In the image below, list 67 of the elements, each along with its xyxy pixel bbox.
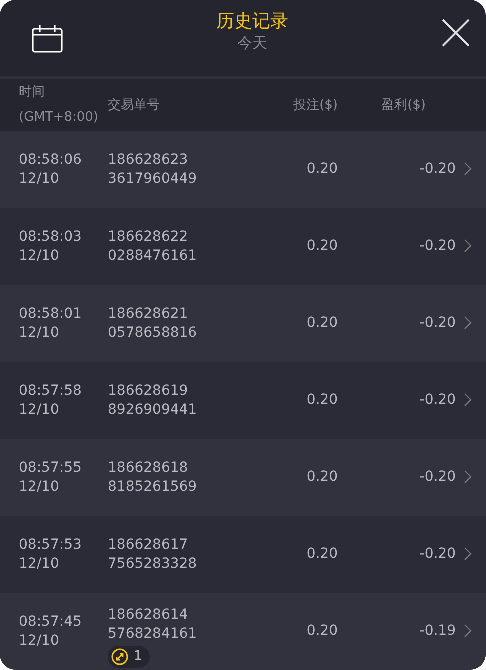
order-number: 5768284161 xyxy=(108,625,198,644)
column-header: 时间 xyxy=(19,84,46,102)
order-number: 186628617 xyxy=(108,536,190,554)
time-text: 08:58:01 xyxy=(19,304,83,324)
order-number: 0578658816 xyxy=(108,324,198,342)
profit-amount: -0.20 xyxy=(418,237,456,256)
order-number: 186628623 xyxy=(108,150,190,170)
order-number: 186628618 xyxy=(108,458,190,478)
date-text: 12/10 xyxy=(19,400,60,420)
profit-amount: -0.20 xyxy=(418,160,456,179)
bet-amount: 0.20 xyxy=(306,160,338,179)
time-text: 08:58:06 xyxy=(19,150,83,170)
chevron-icon[interactable] xyxy=(464,162,472,176)
date-text: 12/10 xyxy=(19,246,60,266)
time-text: 08:57:45 xyxy=(19,612,83,632)
date-text: 12/10 xyxy=(19,324,60,342)
chevron-icon[interactable] xyxy=(464,316,472,330)
time-text: 08:57:53 xyxy=(19,536,83,554)
date-text: 12/10 xyxy=(19,632,60,650)
order-number: 3617960449 xyxy=(108,170,198,188)
column-header: 盈利($) xyxy=(380,96,426,115)
bet-amount: 0.20 xyxy=(306,545,338,564)
header-title: 历史记录 xyxy=(216,11,288,34)
chevron-icon[interactable] xyxy=(464,624,472,638)
bet-amount: 0.20 xyxy=(306,391,338,410)
order-number: 7565283328 xyxy=(108,554,198,574)
order-number: 186628621 xyxy=(108,304,190,324)
time-text: 08:57:55 xyxy=(19,458,83,478)
chevron-icon[interactable] xyxy=(464,547,472,562)
bet-amount: 0.20 xyxy=(306,314,338,333)
bet-amount: 0.20 xyxy=(306,468,338,487)
time-text: 08:57:58 xyxy=(19,382,83,400)
chevron-icon[interactable] xyxy=(464,393,472,408)
count-badge: 1 xyxy=(108,646,150,668)
history-row[interactable]: 08:57:53 12/10 186628617 7565283328 0.20 -0.20 xyxy=(0,516,486,593)
bet-amount: 0.20 xyxy=(306,622,338,641)
date-text: 12/10 xyxy=(19,478,60,496)
profit-amount: -0.20 xyxy=(418,468,456,487)
history-row[interactable]: 08:58:03 12/10 186628622 0288476161 0.20 -0.20 xyxy=(0,208,486,285)
header-subtitle[interactable]: 今天 xyxy=(216,33,288,54)
order-number: 186628614 xyxy=(108,606,190,626)
chevron-icon[interactable] xyxy=(464,239,472,254)
history-row[interactable]: 08:57:45 12/10 186628614 5768284161 1 0.20 -0.19 xyxy=(0,593,486,670)
calendar-icon[interactable] xyxy=(32,24,63,53)
profit-amount: -0.20 xyxy=(418,391,456,410)
expand-icon xyxy=(111,648,129,666)
chevron-icon[interactable] xyxy=(464,470,472,484)
close-icon[interactable] xyxy=(442,19,470,48)
column-header: (GMT+8:00) xyxy=(19,109,100,128)
order-number: 8926909441 xyxy=(108,400,198,420)
order-number: 186628622 xyxy=(108,228,190,246)
date-text: 12/10 xyxy=(19,170,60,188)
column-header: 交易单号 xyxy=(108,96,161,115)
profit-amount: -0.20 xyxy=(418,314,456,333)
column-header: 投注($) xyxy=(292,96,338,115)
order-number: 8185261569 xyxy=(108,478,198,496)
history-row[interactable]: 08:58:06 12/10 186628623 3617960449 0.20 -0.20 xyxy=(0,131,486,208)
order-number: 0288476161 xyxy=(108,246,198,266)
history-row[interactable]: 08:57:58 12/10 186628619 8926909441 0.20 -0.20 xyxy=(0,362,486,439)
bet-amount: 0.20 xyxy=(306,237,338,256)
history-row[interactable]: 08:58:01 12/10 186628621 0578658816 0.20 -0.20 xyxy=(0,285,486,362)
profit-amount: -0.19 xyxy=(418,622,456,641)
date-text: 12/10 xyxy=(19,554,60,574)
profit-amount: -0.20 xyxy=(418,545,456,564)
order-number: 186628619 xyxy=(108,382,190,400)
history-row[interactable]: 08:57:55 12/10 186628618 8185261569 0.20 -0.20 xyxy=(0,439,486,516)
time-text: 08:58:03 xyxy=(19,228,83,246)
